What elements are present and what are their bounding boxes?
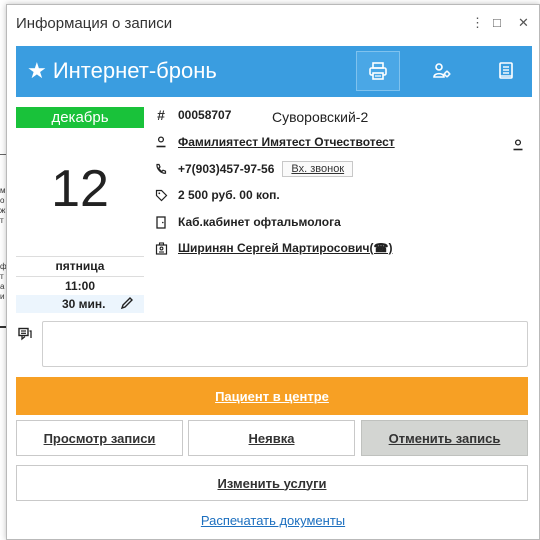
phone-row: +7(903)457-97-56 Вх. звонок: [154, 159, 354, 179]
hash-icon: #: [157, 107, 165, 123]
record-type-title: ★ Интернет-бронь: [27, 58, 217, 83]
background-fragment: можт: [0, 186, 6, 225]
window-title: Информация о записи: [16, 15, 173, 32]
cancel-record-button[interactable]: Отменить запись: [361, 420, 528, 456]
price-tag-icon: [154, 187, 168, 203]
record-number: 00058707: [178, 108, 232, 122]
phone-icon: [154, 161, 168, 177]
document-icon: [499, 62, 513, 79]
divider: [16, 256, 144, 257]
record-number-row: # 00058707: [154, 105, 231, 125]
doctor-row: Ширинян Сергей Мартиросович(☎): [154, 238, 392, 258]
window-titlebar: Информация о записи ⋮ □ ✕: [7, 5, 539, 41]
divider: [16, 276, 144, 277]
branch-name: Суворовский-2: [272, 109, 369, 125]
phone-number: +7(903)457-97-56: [178, 162, 275, 176]
room-row: Каб.кабинет офтальмолога: [154, 212, 341, 232]
patient-settings-button[interactable]: [420, 51, 464, 91]
record-header: ★ Интернет-бронь: [16, 46, 532, 97]
comment-input[interactable]: [42, 321, 528, 367]
door-icon: [154, 214, 168, 230]
more-options-icon[interactable]: ⋮: [471, 15, 484, 31]
incoming-call-button[interactable]: Вх. звонок: [282, 161, 354, 177]
print-documents-link[interactable]: Распечатать документы: [7, 513, 539, 528]
maximize-button[interactable]: □: [493, 15, 501, 30]
edit-duration-icon[interactable]: [120, 296, 134, 315]
person-icon: [154, 134, 168, 150]
duration-value: 30 мин.: [62, 297, 106, 311]
patient-link[interactable]: Фамилиятест Имятест Отчествотест: [178, 135, 395, 149]
patient-in-center-button[interactable]: Пациент в центре: [16, 377, 528, 415]
print-button[interactable]: [356, 51, 400, 91]
doctor-link[interactable]: Ширинян Сергей Мартиросович(☎): [178, 241, 392, 255]
duration-field: 30 мин.: [16, 295, 144, 313]
doctor-icon: [154, 240, 168, 256]
room-name: Каб.кабинет офтальмолога: [178, 215, 341, 229]
weekday-label: пятница: [55, 259, 105, 273]
patient-card-icon[interactable]: [512, 138, 524, 156]
close-button[interactable]: ✕: [518, 15, 529, 31]
day-number: 12: [51, 160, 109, 218]
view-record-button[interactable]: Просмотр записи: [16, 420, 183, 456]
comment-icon: [18, 327, 32, 346]
appointment-time: 11:00: [64, 279, 96, 293]
no-show-button[interactable]: Неявка: [188, 420, 355, 456]
document-button[interactable]: [484, 51, 528, 91]
patient-row: Фамилиятест Имятест Отчествотест: [154, 132, 395, 152]
month-label: декабрь: [16, 107, 144, 128]
price-value: 2 500 руб. 00 коп.: [178, 188, 280, 202]
record-info-dialog: Информация о записи ⋮ □ ✕ ★ Интернет-бро…: [6, 4, 540, 540]
change-services-button[interactable]: Изменить услуги: [16, 465, 528, 501]
price-row: 2 500 руб. 00 коп.: [154, 185, 280, 205]
printer-icon: [369, 62, 387, 80]
user-settings-icon: [433, 63, 451, 78]
